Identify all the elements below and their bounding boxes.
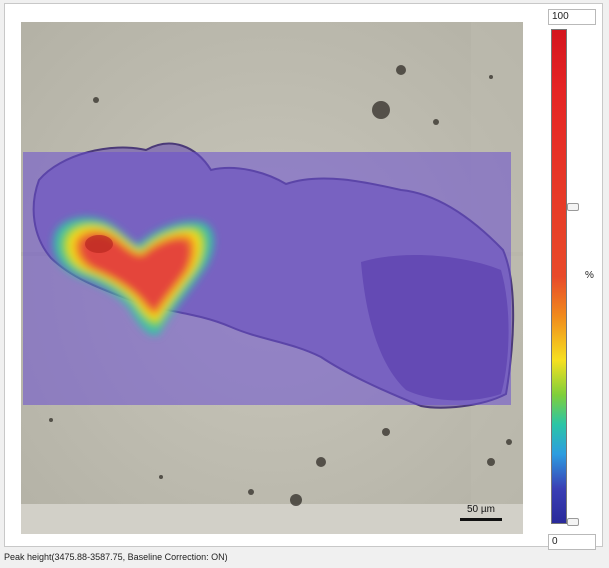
color-scale-unit-label: % bbox=[585, 270, 594, 281]
color-scale-max-input[interactable]: 100 bbox=[548, 9, 596, 25]
scale-bar-label: 50 µm bbox=[467, 504, 495, 515]
color-scale-lower-handle[interactable] bbox=[567, 518, 579, 526]
color-scale-min-input[interactable]: 0 bbox=[548, 534, 596, 550]
micrograph-image bbox=[21, 22, 523, 534]
status-bar-text: Peak height(3475.88-3587.75, Baseline Co… bbox=[4, 552, 228, 562]
hotspot-peak bbox=[85, 235, 113, 253]
image-viewer[interactable] bbox=[21, 22, 523, 534]
color-scale-bar bbox=[551, 29, 567, 524]
scale-bar-line bbox=[460, 518, 502, 521]
scale-bar: 50 µm bbox=[459, 505, 503, 523]
color-scale-upper-handle[interactable] bbox=[567, 203, 579, 211]
micrograph-bottom-strip bbox=[21, 504, 523, 534]
